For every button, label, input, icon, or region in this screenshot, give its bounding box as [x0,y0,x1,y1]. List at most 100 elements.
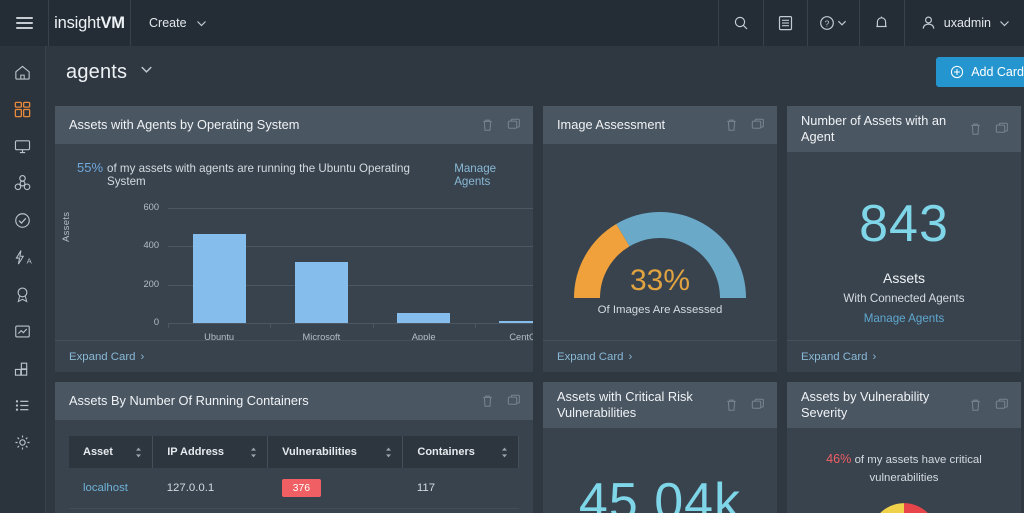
bar-chart-x-tick: Microsoft [302,332,341,340]
duplicate-card-button[interactable] [751,118,765,132]
top-navigation-bar: insight VM Create ? uxadmin [0,0,1024,46]
table-column-header[interactable]: Vulnerabilities [267,436,404,468]
table-column-label: Asset [83,446,113,458]
dashboard-app: insight VM Create ? uxadmin A agents Add… [0,0,1024,513]
biohazard-icon [14,175,31,191]
duplicate-card-button[interactable] [995,398,1009,412]
help-menu-button[interactable]: ? [806,0,859,46]
chevron-right-icon: › [628,350,633,363]
sidebar-item-containers[interactable] [0,350,45,387]
delete-card-button[interactable] [969,398,982,412]
delete-card-button[interactable] [481,394,494,408]
hamburger-menu-button[interactable] [0,0,48,46]
card-footer: Expand Card › [787,340,1021,372]
card-body: 45.04k [543,428,777,513]
sidebar-item-assets[interactable] [0,128,45,165]
card-title: Assets By Number Of Running Containers [69,393,309,408]
manage-agents-link[interactable]: Manage Agents [787,312,1021,325]
table-column-header[interactable]: Containers [402,436,519,468]
sidebar-item-reports[interactable] [0,313,45,350]
manage-agents-link[interactable]: Manage Agents [454,162,533,188]
sort-arrows-icon[interactable] [501,447,508,458]
sidebar-item-dashboards[interactable] [0,91,45,128]
create-menu-button[interactable]: Create [131,0,225,46]
containers-icon [14,362,28,376]
sidebar-item-policies[interactable] [0,276,45,313]
sidebar-item-validations[interactable] [0,202,45,239]
notifications-button[interactable] [858,0,904,46]
sidebar-item-projects[interactable] [0,387,45,424]
card-header: Image Assessment [543,106,777,144]
containers-table: Asset IP Address Vulnerabilities Containers… [69,436,519,509]
severity-caption-percent: 46% [826,452,852,466]
trash-icon [727,399,736,411]
monitor-icon [14,140,31,154]
trash-icon [727,119,736,131]
card-header: Assets by Vulnerability Severity [787,382,1021,428]
container-count: 117 [402,468,519,509]
gear-icon [15,435,30,450]
table-row[interactable]: localhost 127.0.0.1 376 117 [69,468,519,509]
sidebar-item-administration[interactable] [0,424,45,461]
table-column-header[interactable]: IP Address [152,436,269,468]
expand-card-button[interactable]: Expand Card › [69,351,144,363]
pie-slice[interactable] [904,503,938,513]
chevron-right-icon: › [140,350,145,363]
card-assets-with-agent: Number of Assets with an Agent 843 Asset… [787,106,1021,372]
add-card-button[interactable]: Add Card [936,57,1024,87]
page-title-dropdown-button[interactable] [140,63,153,81]
sidebar-item-vulnerabilities[interactable] [0,165,45,202]
list-icon [15,400,29,411]
os-bar-chart: Assets 0 200 400 600 Ubuntu Microsoft Apple Cen… [55,190,533,340]
home-icon [15,65,30,80]
table-column-header[interactable]: Asset [69,436,154,468]
agent-assets-label: Assets [882,270,925,286]
copy-icon [507,394,520,405]
page-header: agents Add Card [46,46,1024,98]
sort-arrows-icon[interactable] [385,447,392,458]
vulnerability-count-badge: 376 [281,479,322,497]
tasks-button[interactable] [762,0,807,46]
card-header-actions [481,118,521,132]
sort-arrows-icon[interactable] [250,447,257,458]
card-title: Image Assessment [557,117,666,132]
bar-chart-y-axis-label: Assets [61,211,72,242]
table-column-label: IP Address [167,446,225,458]
card-title: Assets with Critical Risk Vulnerabilitie… [557,389,693,420]
bar-chart-bar[interactable] [294,262,348,323]
duplicate-card-button[interactable] [507,118,521,132]
bar-chart-y-tick: 400 [143,240,159,251]
card-footer: Expand Card › [55,340,533,372]
card-assets-by-os: Assets with Agents by Operating System 5… [55,106,533,372]
delete-card-button[interactable] [481,118,494,132]
delete-card-button[interactable] [725,118,738,132]
sidebar-item-home[interactable] [0,54,45,91]
severity-caption: 46% of my assets have critical vulnerabi… [787,450,1021,487]
delete-card-button[interactable] [969,122,982,136]
sort-arrows-icon[interactable] [135,447,142,458]
asset-ip-address: 127.0.0.1 [152,468,268,509]
card-body: 46% of my assets have critical vulnerabi… [787,428,1021,513]
expand-card-button[interactable]: Expand Card › [557,351,632,363]
bar-chart-y-tick: 200 [143,278,159,289]
bar-chart-bar[interactable] [397,312,451,323]
search-button[interactable] [717,0,763,46]
product-logo[interactable]: insight VM [48,0,131,46]
delete-card-button[interactable] [725,398,738,412]
image-assessment-gauge: 33% Of Images Are Assessed [543,144,777,340]
left-navigation-sidebar: A [0,46,46,513]
bar-chart-x-tick: Ubuntu [204,332,235,340]
duplicate-card-button[interactable] [995,122,1009,136]
bar-chart-x-tick: Apple [411,332,436,340]
sidebar-item-automation[interactable]: A [0,239,45,276]
duplicate-card-button[interactable] [751,398,765,412]
duplicate-card-button[interactable] [507,394,521,408]
expand-card-button[interactable]: Expand Card › [801,351,876,363]
chevron-down-icon [1000,20,1009,26]
bar-chart-bar[interactable] [192,234,246,323]
user-menu-button[interactable]: uxadmin [903,0,1024,46]
copy-icon [507,118,520,129]
asset-name-link[interactable]: localhost [69,468,153,509]
os-chart-caption: 55% of my assets with agents are running… [55,144,533,188]
card-header: Assets with Agents by Operating System [55,106,533,144]
